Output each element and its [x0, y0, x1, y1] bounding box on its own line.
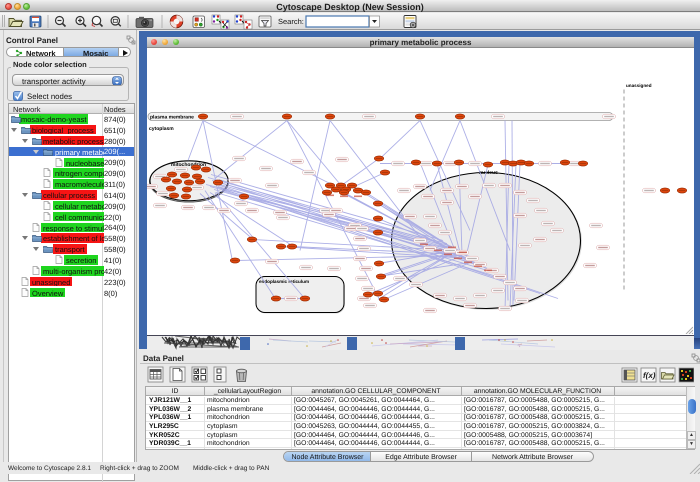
svg-text:f(x): f(x) — [643, 371, 656, 380]
svg-text:endoplasmic reticulum: endoplasmic reticulum — [259, 279, 309, 284]
svg-text:nucleus: nucleus — [479, 170, 498, 176]
svg-text:cytoplasm: cytoplasm — [149, 126, 174, 132]
svg-text:unassigned: unassigned — [626, 83, 652, 88]
svg-text:Search:: Search: — [278, 17, 304, 26]
svg-text:plasma membrane: plasma membrane — [150, 114, 194, 120]
